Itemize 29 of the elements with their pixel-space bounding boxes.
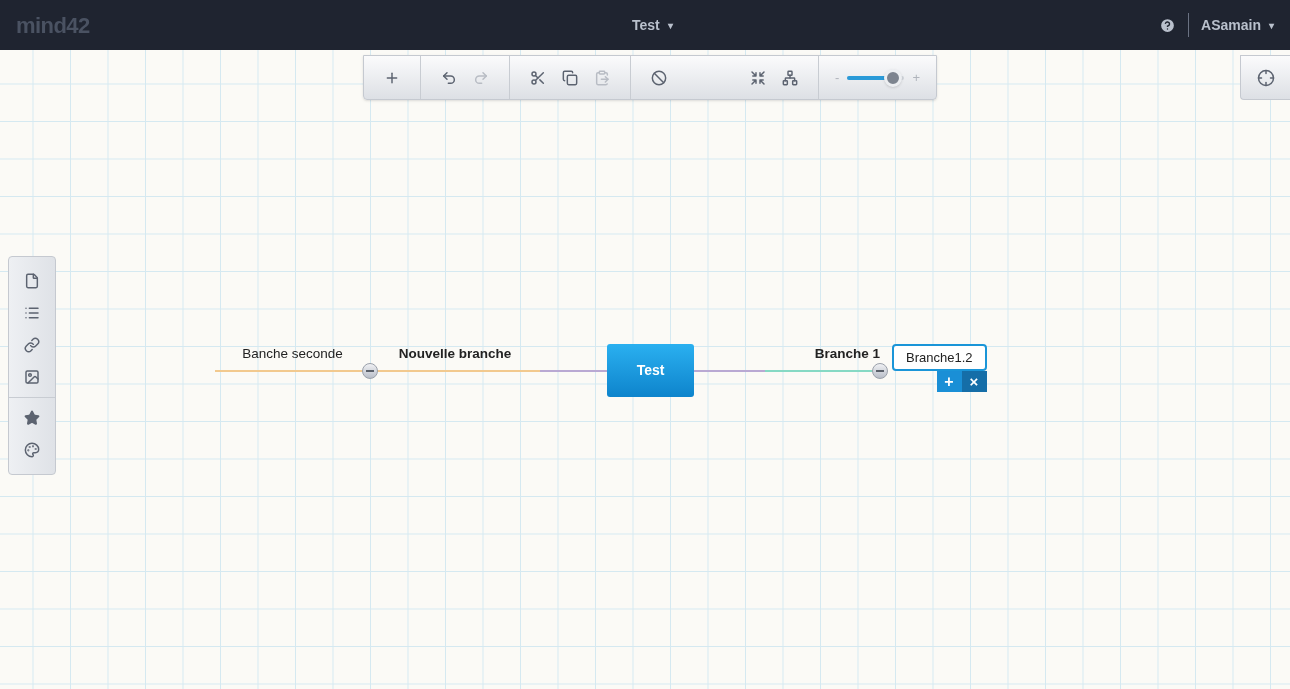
- crosshair-icon: [1256, 68, 1275, 87]
- node-label[interactable]: Branche 1: [814, 344, 880, 364]
- note-icon: [24, 273, 40, 289]
- cut-icon: [530, 69, 546, 86]
- user-menu[interactable]: ASamain ▾: [1201, 14, 1274, 36]
- redo-icon: [473, 69, 489, 86]
- map-title-menu[interactable]: Test ▾: [632, 14, 673, 36]
- add-node-button[interactable]: +: [936, 371, 962, 392]
- zoom-slider[interactable]: [847, 68, 905, 87]
- collapse-button[interactable]: [872, 363, 888, 379]
- copy-icon: [562, 69, 578, 86]
- block-icon: [651, 69, 667, 86]
- network-icon: [782, 69, 798, 86]
- paste-icon: [594, 69, 610, 86]
- node-label[interactable]: Banche seconde: [242, 344, 343, 364]
- node-text-field[interactable]: Branche1.2: [892, 344, 987, 371]
- star-icon: [24, 410, 40, 426]
- collapse-all-icon: [750, 69, 766, 86]
- center-map-button[interactable]: [1240, 55, 1290, 100]
- help-icon[interactable]: [1159, 16, 1177, 34]
- palette-icon: [24, 442, 40, 458]
- zoom-thumb[interactable]: [883, 68, 902, 87]
- list-icon: [24, 305, 40, 321]
- delete-node-button[interactable]: ×: [961, 371, 987, 392]
- image-icon: [24, 369, 40, 385]
- link-icon: [24, 337, 40, 353]
- node-label[interactable]: Nouvelle branche: [398, 344, 512, 364]
- collapse-button[interactable]: [362, 363, 378, 379]
- undo-icon: [441, 69, 457, 86]
